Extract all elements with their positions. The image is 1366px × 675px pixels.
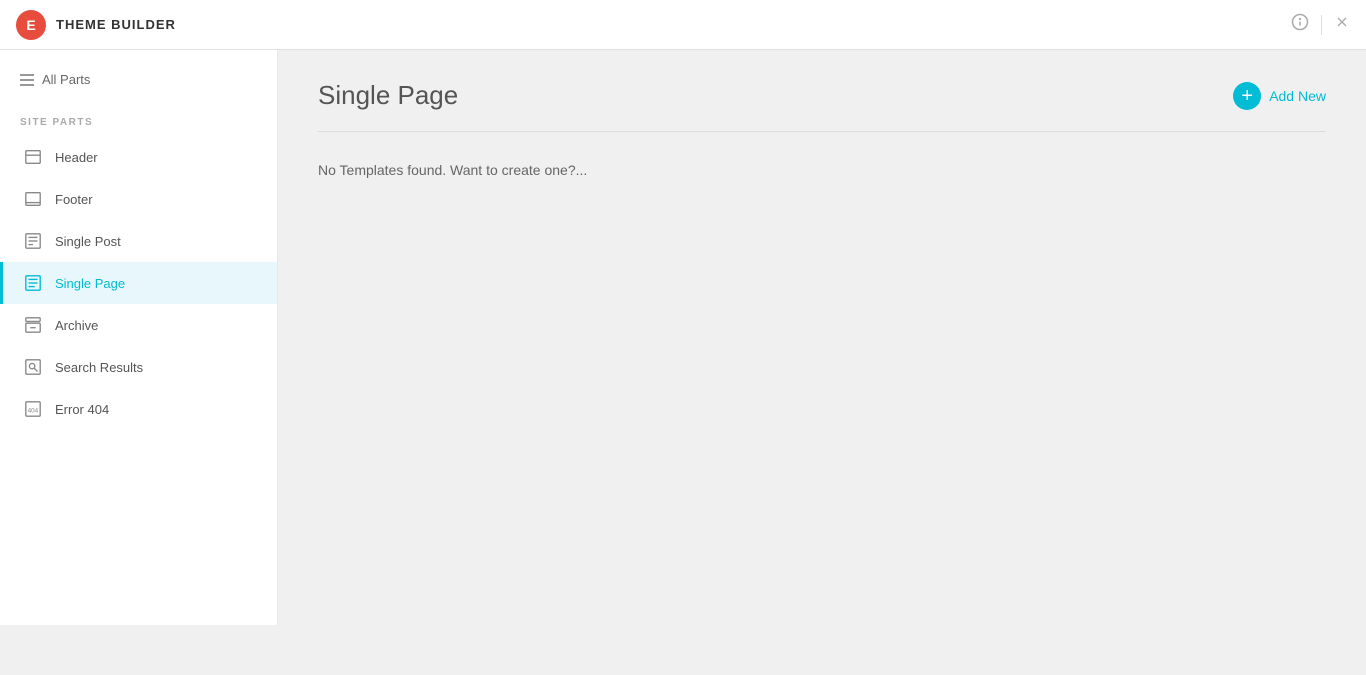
- app-title: THEME BUILDER: [56, 17, 176, 32]
- topbar-divider: [1321, 15, 1322, 35]
- close-icon[interactable]: [1334, 14, 1350, 35]
- site-parts-label: SITE PARTS: [0, 99, 277, 136]
- main-header: Single Page + Add New: [318, 80, 1326, 111]
- app-logo: E: [16, 10, 46, 40]
- footer-icon: [23, 189, 43, 209]
- add-new-label: Add New: [1269, 88, 1326, 104]
- topbar: E THEME BUILDER: [0, 0, 1366, 50]
- layout: All Parts SITE PARTS Header Footer: [0, 50, 1366, 625]
- sidebar-item-error-404[interactable]: 404 Error 404: [0, 388, 277, 430]
- header-label: Header: [55, 150, 98, 165]
- error-404-icon: 404: [23, 399, 43, 419]
- all-parts-label: All Parts: [42, 72, 90, 87]
- single-page-label: Single Page: [55, 276, 125, 291]
- svg-text:404: 404: [28, 408, 39, 415]
- sidebar-item-header[interactable]: Header: [0, 136, 277, 178]
- header-icon: [23, 147, 43, 167]
- sidebar-item-search-results[interactable]: Search Results: [0, 346, 277, 388]
- sidebar-item-footer[interactable]: Footer: [0, 178, 277, 220]
- archive-icon: [23, 315, 43, 335]
- main-divider: [318, 131, 1326, 132]
- error-404-label: Error 404: [55, 402, 109, 417]
- main-content: Single Page + Add New No Templates found…: [278, 50, 1366, 625]
- footer-label: Footer: [55, 192, 93, 207]
- topbar-right: [1291, 13, 1350, 36]
- single-post-icon: [23, 231, 43, 251]
- sidebar-item-single-page[interactable]: Single Page: [0, 262, 277, 304]
- single-post-label: Single Post: [55, 234, 121, 249]
- empty-message: No Templates found. Want to create one?.…: [318, 162, 1326, 178]
- plus-circle-icon: +: [1233, 82, 1261, 110]
- single-page-icon: [23, 273, 43, 293]
- archive-label: Archive: [55, 318, 98, 333]
- all-parts-button[interactable]: All Parts: [0, 60, 277, 99]
- sidebar: All Parts SITE PARTS Header Footer: [0, 50, 278, 625]
- sidebar-item-single-post[interactable]: Single Post: [0, 220, 277, 262]
- topbar-left: E THEME BUILDER: [16, 10, 176, 40]
- add-new-button[interactable]: + Add New: [1233, 82, 1326, 110]
- search-results-label: Search Results: [55, 360, 143, 375]
- search-results-icon: [23, 357, 43, 377]
- hamburger-icon: [20, 74, 34, 86]
- page-title: Single Page: [318, 80, 458, 111]
- info-icon[interactable]: [1291, 13, 1309, 36]
- sidebar-item-archive[interactable]: Archive: [0, 304, 277, 346]
